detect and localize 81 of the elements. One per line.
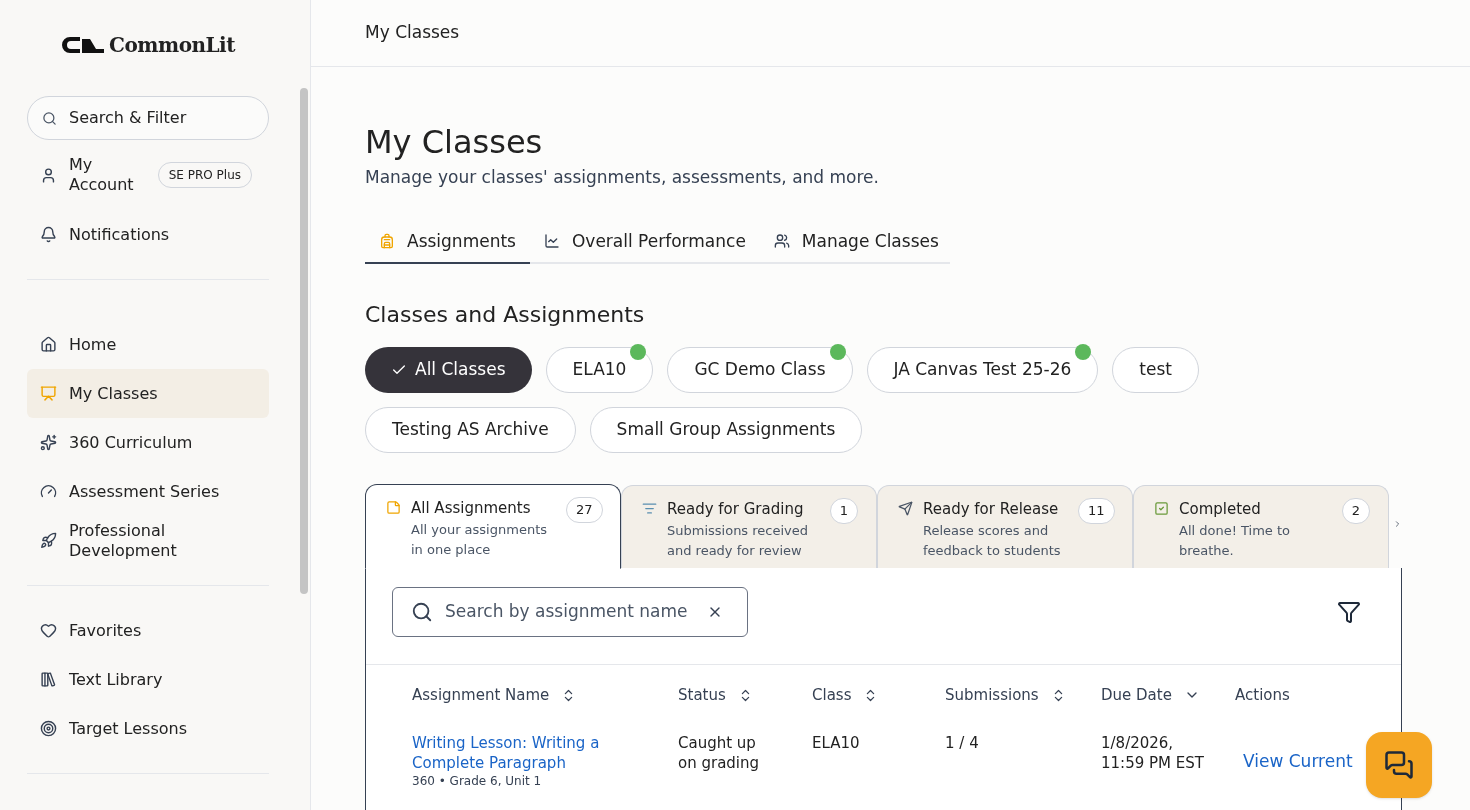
nav-item[interactable]: 360 Curriculum	[27, 418, 269, 467]
nav-item[interactable]: Target Lessons	[27, 704, 269, 753]
logo-text: CommonLit	[109, 32, 235, 59]
sparkles-icon	[40, 434, 57, 451]
user-icon	[40, 166, 57, 184]
search-input[interactable]: Search by assignment name	[445, 599, 695, 625]
tab[interactable]: Overall Performance	[529, 228, 760, 264]
table-cell-text: Caught up on grading	[678, 733, 761, 774]
section-title: Classes and Assignments	[365, 301, 646, 329]
nav-item[interactable]: Favorites	[27, 606, 269, 655]
tab[interactable]: Manage Classes	[759, 228, 953, 264]
class-chip[interactable]: test	[1112, 347, 1199, 393]
nav-item[interactable]: My Account SE PRO Plus	[27, 140, 269, 210]
heart-icon	[40, 622, 57, 639]
tab-description: All your assignments in one place	[411, 520, 548, 559]
note-icon	[386, 500, 401, 515]
chat-button[interactable]	[1366, 732, 1432, 798]
classroom-icon	[40, 385, 57, 402]
line-chart-icon	[543, 233, 560, 250]
column-header[interactable]: Status	[678, 683, 812, 707]
tab-title: Ready for Grading	[667, 499, 805, 520]
rocket-icon	[40, 532, 57, 549]
assignment-tab[interactable]: Ready for Grading Submissions received and ready for review 1	[621, 485, 877, 569]
class-chip[interactable]: JA Canvas Test 25-26	[866, 347, 1099, 393]
search-input[interactable]: Search & Filter	[69, 106, 239, 130]
search-field[interactable]: Search & Filter	[27, 96, 269, 140]
nav-item[interactable]: Home	[27, 320, 269, 369]
tab-title: Ready for Release	[923, 499, 1060, 520]
column-header[interactable]: Submissions	[945, 683, 1101, 707]
header-title: My Classes	[365, 21, 460, 45]
nav-item[interactable]: My Classes	[27, 369, 269, 418]
page-subtitle: Manage your classes' assignments, assessments, and more.	[365, 166, 880, 189]
table-cell-text: 1 / 4	[945, 733, 980, 754]
send-icon	[898, 501, 913, 516]
class-chip[interactable]: ELA10	[545, 347, 654, 393]
tab-description: Submissions received and ready for review	[667, 521, 810, 560]
search-icon	[411, 601, 433, 623]
tab-description: Release scores and feedback to students	[923, 521, 1062, 560]
class-chip[interactable]: All Classes	[365, 347, 532, 393]
assignment-search-field[interactable]: Search by assignment name	[392, 587, 748, 637]
view-link[interactable]: View Current	[1243, 751, 1353, 771]
books-icon	[40, 671, 57, 688]
filter-icon[interactable]	[1337, 600, 1361, 624]
column-header[interactable]: Assignment Name	[412, 683, 678, 707]
count-badge: 1	[829, 498, 858, 524]
assignment-meta: 360 • Grade 6, Unit 1	[412, 773, 543, 789]
bell-icon	[40, 226, 57, 243]
home-icon	[40, 336, 57, 353]
tab-title: All Assignments	[411, 498, 532, 519]
people-icon	[773, 233, 790, 250]
count-badge: 2	[1341, 498, 1370, 524]
class-chip[interactable]: GC Demo Class	[667, 347, 853, 393]
search-icon	[42, 110, 57, 126]
tab-description: All done! Time to breathe.	[1179, 521, 1292, 560]
column-header[interactable]: Due Date	[1101, 683, 1235, 707]
nav-item[interactable]: Notifications	[27, 210, 269, 259]
backpack-icon	[379, 233, 395, 250]
class-chip[interactable]: Testing AS Archive	[365, 407, 576, 453]
table-cell-text: ELA10	[812, 733, 861, 754]
assignment-tab[interactable]: Completed All done! Time to breathe. 2	[1133, 485, 1389, 569]
nav-item[interactable]: Assessment Series	[27, 467, 269, 516]
column-header[interactable]: Actions	[1235, 683, 1401, 707]
nav-item[interactable]: Professional Development	[27, 516, 269, 565]
assignment-tab[interactable]: Ready for Release Release scores and feedback to students 11	[877, 485, 1133, 569]
count-badge: 27	[566, 497, 603, 523]
assignment-tab[interactable]: All Assignments All your assignments in one place 27	[365, 484, 621, 569]
page-title: My Classes	[365, 122, 544, 162]
class-chip[interactable]: Small Group Assignments	[589, 407, 863, 453]
nav-item[interactable]: Text Library	[27, 655, 269, 704]
gauge-icon	[40, 483, 57, 500]
table-cell-text: 1/8/2026, 11:59 PM EST	[1101, 733, 1205, 774]
count-badge: 11	[1078, 498, 1115, 524]
tab-title: Completed	[1179, 499, 1262, 520]
assignment-link[interactable]: Writing Lesson: Writing a Complete Paragraph	[412, 733, 612, 773]
target-icon	[40, 720, 57, 737]
chat-icon	[1384, 750, 1414, 780]
column-header[interactable]: Class	[812, 683, 945, 707]
checkbox-icon	[1154, 501, 1169, 516]
list-icon	[642, 501, 657, 516]
tab[interactable]: Assignments	[365, 228, 530, 264]
logo-icon	[61, 36, 106, 54]
